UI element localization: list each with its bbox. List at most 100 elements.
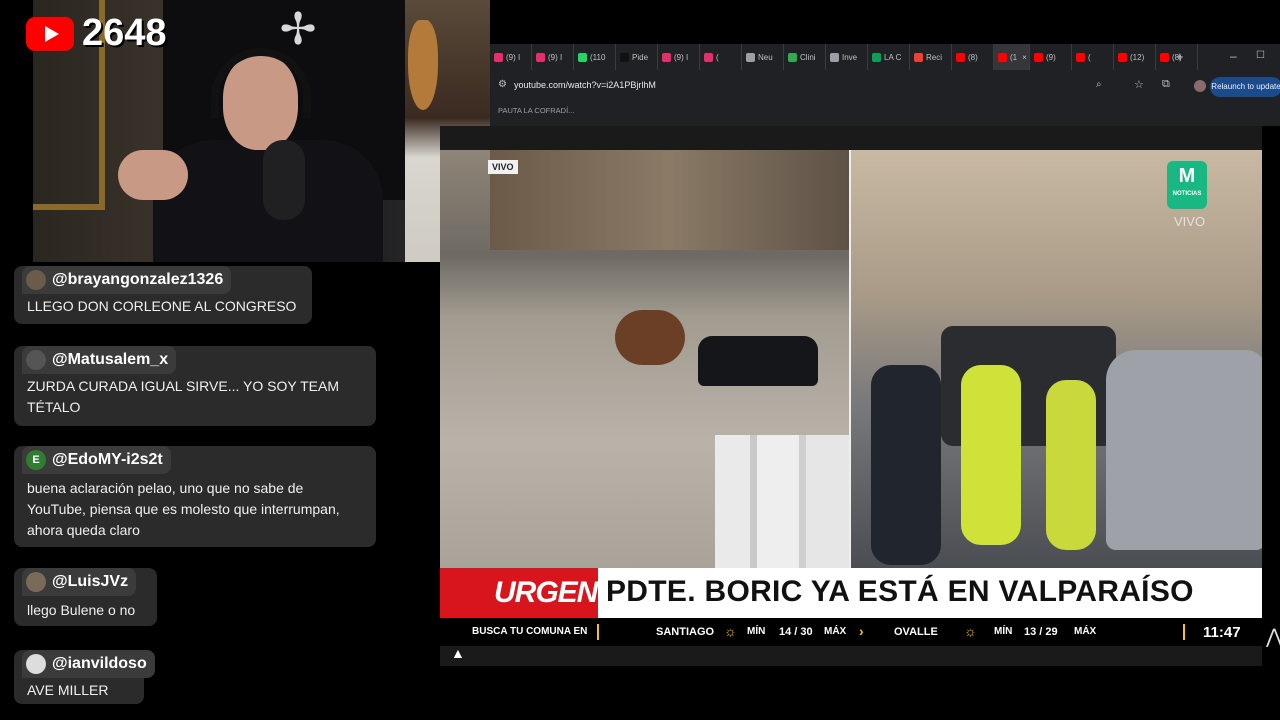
urgent-badge: URGENTE xyxy=(440,568,598,618)
minimize-icon[interactable]: – xyxy=(1230,49,1237,63)
browser-tab[interactable]: (12) xyxy=(1114,44,1156,70)
browser-tab[interactable]: LA C xyxy=(868,44,910,70)
browser-tab[interactable]: Pide xyxy=(616,44,658,70)
chat-username-text: @LuisJVz xyxy=(52,573,129,590)
tab-favicon-icon xyxy=(998,52,1007,62)
weather-ticker: BUSCA TU COMUNA EN SANTIAGO ☼ MÍN 14 / 3… xyxy=(440,618,1262,646)
presidential-car xyxy=(698,336,818,386)
tab-favicon-icon xyxy=(662,52,671,62)
site-info-icon[interactable]: ⚙ xyxy=(498,79,507,90)
chat-text: ZURDA CURADA IGUAL SIRVE... YO SOY TEAM … xyxy=(27,378,339,415)
live-badge-left: VIVO xyxy=(488,160,518,174)
browser-tab[interactable]: (9) I xyxy=(658,44,700,70)
browser-tab[interactable]: ( xyxy=(700,44,742,70)
chat-message: @LuisJVz llego Bulene o no xyxy=(14,568,157,626)
sun-icon: ☼ xyxy=(964,623,977,639)
logo-mark: M xyxy=(1178,165,1196,187)
browser-tab[interactable]: Clini xyxy=(784,44,826,70)
tab-favicon-icon xyxy=(494,52,503,62)
browser-tab[interactable]: (1 × xyxy=(994,44,1030,70)
tab-label: Reci xyxy=(926,52,943,62)
browser-tab[interactable]: Inve xyxy=(826,44,868,70)
profile-avatar[interactable] xyxy=(1194,80,1206,92)
relaunch-button[interactable]: Relaunch to update xyxy=(1210,77,1280,97)
browser-tab[interactable]: (8) xyxy=(952,44,994,70)
tab-favicon-icon xyxy=(578,52,587,62)
avatar xyxy=(26,350,46,370)
tab-label: ( xyxy=(1088,52,1091,62)
ticker-min-label: MÍN xyxy=(994,626,1013,637)
video-player[interactable]: VIVO M NOTICIAS VIVO URGENTE PDTE. BORIC… xyxy=(440,126,1262,666)
chat-text: buena aclaración pelao, uno que no sabe … xyxy=(27,480,340,538)
browser-tab[interactable]: (110 xyxy=(574,44,616,70)
tab-strip: (9) I (9) I (110 Pide (9) I ( Neu Clini Inve LA C… xyxy=(490,44,1280,70)
ticker-separator xyxy=(1183,624,1185,640)
ticker-city: SANTIAGO xyxy=(656,626,715,638)
address-bar[interactable]: ⚙ youtube.com/watch?v=i2A1PBjrlhM ⌕ ☆ ⧉ … xyxy=(490,74,1280,100)
chat-username-text: @ianvildoso xyxy=(52,655,147,672)
channel-logo: M NOTICIAS xyxy=(1167,161,1207,209)
tab-label: ( xyxy=(716,52,719,62)
tab-favicon-icon xyxy=(1118,52,1127,62)
browser-tab[interactable]: (9) I xyxy=(490,44,532,70)
tab-favicon-icon xyxy=(956,52,965,62)
police-officer xyxy=(1046,380,1096,550)
police-officer xyxy=(961,365,1021,545)
browser-tab[interactable]: Neu xyxy=(742,44,784,70)
chat-message: @brayangonzalez1326 LLEGO DON CORLEONE A… xyxy=(14,266,312,324)
browser-tab[interactable]: (9) I xyxy=(532,44,574,70)
ticker-min-label: MÍN xyxy=(747,626,766,637)
tab-label: (8) xyxy=(968,52,978,62)
tab-favicon-icon xyxy=(872,52,881,62)
sun-icon: ☼ xyxy=(724,623,737,639)
maximize-icon[interactable]: ☐ xyxy=(1256,50,1265,61)
chat-username: @ianvildoso xyxy=(22,650,155,678)
tab-favicon-icon xyxy=(1160,52,1169,62)
tab-favicon-icon xyxy=(1034,52,1043,62)
zoom-icon[interactable]: ⌕ xyxy=(1096,79,1102,90)
chat-username-text: @EdoMY-i2s2t xyxy=(52,451,163,468)
streamer-hand xyxy=(118,150,188,200)
tab-favicon-icon xyxy=(1076,52,1085,62)
ticker-separator xyxy=(597,624,599,640)
youtube-icon xyxy=(26,16,74,51)
tab-favicon-icon xyxy=(788,52,797,62)
browser-window: (9) I (9) I (110 Pide (9) I ( Neu Clini Inve LA C… xyxy=(490,44,1280,126)
chat-message: E @EdoMY-i2s2t buena aclaración pelao, un… xyxy=(14,446,376,547)
close-tab-icon[interactable]: × xyxy=(1022,53,1027,62)
viewer-counter: 2648 xyxy=(26,12,167,55)
bookmark-item[interactable]: PAUTA LA COFRADÍ... xyxy=(498,106,574,115)
tab-favicon-icon xyxy=(704,52,713,62)
chat-message: @Matusalem_x ZURDA CURADA IGUAL SIRVE...… xyxy=(14,346,376,426)
tab-label: (9) I xyxy=(548,52,563,62)
headline: PDTE. BORIC YA ESTÁ EN VALPARAÍSO xyxy=(606,575,1194,608)
tab-label: (12) xyxy=(1130,52,1145,62)
mouse-cursor-icon: ▲ xyxy=(451,645,465,661)
buildings xyxy=(490,150,849,250)
video-scene-right xyxy=(851,150,1262,568)
bookmark-star-icon[interactable]: ☆ xyxy=(1134,78,1144,91)
tab-label: (9) I xyxy=(674,52,689,62)
tab-favicon-icon xyxy=(536,52,545,62)
ticker-max-label: MÁX xyxy=(824,626,847,637)
ticker-temps: 13 / 29 xyxy=(1024,626,1058,638)
chat-username-text: @Matusalem_x xyxy=(52,351,169,368)
url-text[interactable]: youtube.com/watch?v=i2A1PBjrlhM xyxy=(514,80,656,90)
browser-tab[interactable]: (9) xyxy=(1030,44,1072,70)
urgent-label: URGENTE xyxy=(494,576,598,609)
tab-label: (9) I xyxy=(506,52,521,62)
chat-username: @Matusalem_x xyxy=(22,346,177,374)
horse-rider xyxy=(615,310,685,365)
extensions-icon[interactable]: ⧉ xyxy=(1162,78,1170,91)
tab-label: LA C xyxy=(884,52,902,62)
channel-logo-partial-icon: ⋀ xyxy=(1266,626,1280,648)
browser-tab[interactable]: Reci xyxy=(910,44,952,70)
honor-guards xyxy=(715,435,849,568)
chat-username: E @EdoMY-i2s2t xyxy=(22,446,171,474)
tab-label: (9) xyxy=(1046,52,1056,62)
ticker-city: OVALLE xyxy=(894,626,938,638)
browser-tab[interactable]: ( xyxy=(1072,44,1114,70)
avatar xyxy=(26,572,46,592)
microphone xyxy=(263,140,305,220)
new-tab-icon[interactable]: + xyxy=(1176,49,1184,64)
